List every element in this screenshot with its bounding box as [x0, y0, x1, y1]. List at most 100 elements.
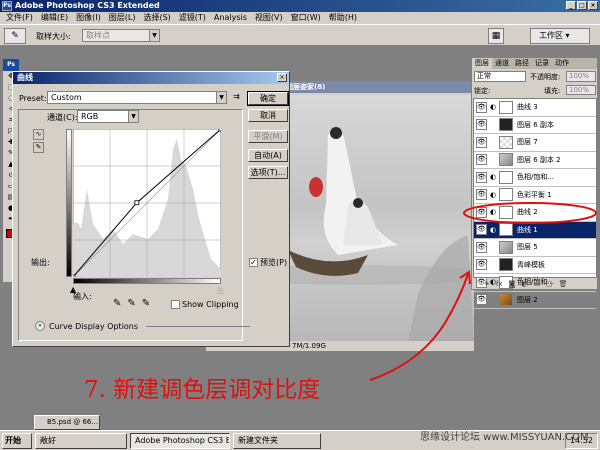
layer-thumbnail[interactable] — [499, 223, 513, 237]
curve-control-point[interactable] — [73, 274, 76, 277]
layer-name: 图层 6 副本 2 — [517, 155, 561, 164]
options-button[interactable]: 选项(T)... — [248, 166, 288, 179]
gray-eyedropper-icon[interactable]: ✎ — [127, 298, 135, 309]
layer-thumbnail[interactable] — [499, 258, 513, 272]
sample-size-select[interactable]: 取样点 ▼ — [82, 29, 160, 42]
tab-history[interactable]: 记录 — [532, 58, 552, 69]
minimize-button[interactable]: _ — [566, 1, 576, 10]
start-button[interactable]: 开始 — [2, 432, 32, 449]
fill-input[interactable]: 100% — [566, 85, 596, 95]
layer-thumbnail[interactable] — [499, 153, 513, 167]
visibility-eye-icon[interactable]: 👁 — [476, 189, 487, 201]
channel-select[interactable]: RGB ▼ — [77, 110, 139, 123]
menu-image[interactable]: 图像(I) — [72, 12, 105, 24]
visibility-eye-icon[interactable]: 👁 — [476, 154, 487, 166]
palette-well-icon[interactable]: ▦ — [488, 28, 504, 44]
black-eyedropper-icon[interactable]: ✎ — [113, 298, 121, 309]
layers-panel: 图层 通道 路径 记录 动作 正常 不透明度: 100% 锁定: 填充: 100… — [471, 57, 598, 309]
layer-thumbnail[interactable] — [499, 188, 513, 202]
menu-help[interactable]: 帮助(H) — [325, 12, 361, 24]
visibility-eye-icon[interactable]: 👁 — [476, 241, 487, 253]
layer-row[interactable]: 👁 图层 2 — [474, 292, 596, 309]
blend-mode-select[interactable]: 正常 — [474, 71, 526, 82]
taskbar-item-folder[interactable]: 敞好 — [35, 432, 127, 449]
close-button[interactable]: × — [588, 1, 598, 10]
white-eyedropper-icon[interactable]: ✎ — [142, 298, 150, 309]
curve-control-point[interactable] — [218, 129, 221, 132]
smooth-button[interactable]: 平滑(M) — [248, 130, 288, 143]
layer-row[interactable]: 👁 图层 7 — [474, 134, 596, 152]
menu-window[interactable]: 窗口(W) — [287, 12, 325, 24]
layer-name: 曲线 3 — [517, 103, 538, 112]
show-clipping-checkbox[interactable] — [171, 300, 180, 309]
tab-paths[interactable]: 路径 — [512, 58, 532, 69]
menu-view[interactable]: 视图(V) — [251, 12, 287, 24]
trash-icon[interactable]: 🗑 — [559, 280, 568, 289]
ok-button[interactable]: 确定 — [247, 91, 289, 106]
photoshop-logo: Ps — [3, 59, 19, 71]
taskbar-item-photoshop[interactable]: Adobe Photoshop CS3 E... — [130, 432, 230, 449]
preset-select[interactable]: Custom ▼ — [47, 91, 227, 104]
maximize-button[interactable]: □ — [577, 1, 587, 10]
layer-row[interactable]: 👁 青峰模板 — [474, 257, 596, 274]
layer-name: 图层 6 副本 — [517, 120, 554, 129]
minimized-document[interactable]: B5.psd @ 66... — [34, 415, 100, 430]
pencil-draw-tool-icon[interactable]: ✎ — [33, 142, 44, 153]
cancel-button[interactable]: 取消 — [248, 109, 288, 122]
adjustment-layer-icon[interactable]: ◐ — [521, 280, 527, 289]
layer-row[interactable]: 👁 ◐ 色相/饱和... — [474, 169, 596, 187]
auto-button[interactable]: 自动(A) — [248, 149, 288, 162]
eyedropper-icon[interactable]: ✎ — [4, 28, 26, 44]
taskbar-item-new-folder[interactable]: 新建文件夹 — [233, 432, 321, 449]
layer-thumbnail[interactable] — [499, 170, 513, 184]
curves-dialog-title: 曲线 — [13, 72, 289, 84]
lock-label: 锁定: — [474, 87, 491, 95]
preset-options-icon[interactable]: ⇉ — [233, 92, 240, 101]
visibility-eye-icon[interactable]: 👁 — [476, 171, 487, 183]
layer-thumbnail[interactable] — [499, 293, 513, 307]
watermark: 思缘设计论坛 www.MISSYUAN.COM — [420, 432, 589, 443]
white-point-slider[interactable]: △ — [217, 285, 223, 294]
layer-row[interactable]: 👁 ◐ 曲线 3 — [474, 99, 596, 117]
layer-thumbnail[interactable] — [499, 240, 513, 254]
visibility-eye-icon[interactable]: 👁 — [476, 136, 487, 148]
layer-thumbnail[interactable] — [499, 118, 513, 132]
preview-option[interactable]: ✓ 预览(P) — [249, 257, 287, 268]
tab-actions[interactable]: 动作 — [552, 58, 572, 69]
tab-channels[interactable]: 通道 — [492, 58, 512, 69]
curve-control-point[interactable] — [134, 200, 140, 206]
menu-analysis[interactable]: Analysis — [210, 12, 251, 24]
curve-graph[interactable] — [73, 129, 221, 277]
layer-row[interactable]: 👁 图层 6 副本 — [474, 117, 596, 134]
sample-size-label: 取样大小: — [36, 32, 71, 41]
menu-select[interactable]: 选择(S) — [139, 12, 174, 24]
layers-footer: ⚭ fx ◙ ◐ ▭ ▢ 🗑 — [474, 280, 597, 289]
opacity-input[interactable]: 100% — [566, 71, 596, 82]
folder-icon[interactable]: ▭ — [533, 280, 540, 289]
menu-layer[interactable]: 图层(L) — [105, 12, 140, 24]
menu-filter[interactable]: 滤镜(T) — [175, 12, 210, 24]
layer-thumbnail[interactable] — [499, 135, 513, 149]
mask-icon[interactable]: ◙ — [508, 280, 515, 289]
layer-type-icon: ◐ — [489, 173, 497, 182]
visibility-eye-icon[interactable]: 👁 — [476, 101, 487, 113]
annotation-circle — [463, 202, 597, 224]
visibility-eye-icon[interactable]: 👁 — [476, 224, 487, 236]
fx-icon[interactable]: fx — [496, 280, 503, 289]
preview-checkbox[interactable]: ✓ — [249, 258, 258, 267]
layer-row[interactable]: 👁 图层 6 副本 2 — [474, 152, 596, 169]
tab-layers[interactable]: 图层 — [472, 58, 492, 69]
dialog-close-button[interactable]: × — [277, 73, 287, 82]
expand-chevron-icon[interactable]: » — [35, 321, 45, 331]
menu-file[interactable]: 文件(F) — [2, 12, 37, 24]
layer-thumbnail[interactable] — [499, 100, 513, 114]
layer-row[interactable]: 👁 图层 5 — [474, 239, 596, 257]
show-clipping-option[interactable]: Show Clipping — [171, 300, 239, 309]
new-layer-icon[interactable]: ▢ — [546, 280, 553, 289]
workspace-button[interactable]: 工作区 ▾ — [530, 28, 590, 44]
link-layers-icon[interactable]: ⚭ — [484, 280, 490, 289]
curve-point-tool-icon[interactable]: ∿ — [33, 129, 44, 140]
visibility-eye-icon[interactable]: 👁 — [476, 119, 487, 131]
curve-display-options[interactable]: » Curve Display Options — [35, 321, 251, 331]
menu-edit[interactable]: 编辑(E) — [37, 12, 72, 24]
